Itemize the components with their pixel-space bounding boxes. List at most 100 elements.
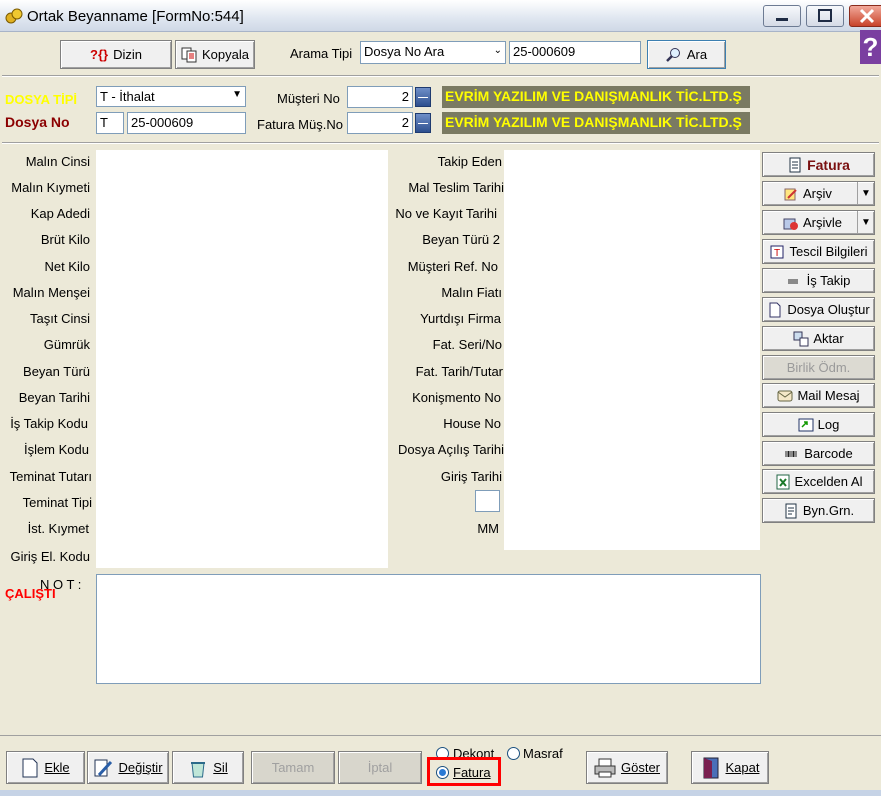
left-label: Beyan Tarihi [18, 390, 90, 405]
document-view-icon [785, 503, 797, 518]
mail-mesaj-button[interactable]: Mail Mesaj [762, 383, 875, 408]
dosya-olustur-button[interactable]: Dosya Oluştur [762, 297, 875, 322]
ekle-button[interactable]: Ekle [6, 751, 85, 784]
ara-label: Ara [686, 47, 708, 62]
left-label: Teminat Tipi [22, 495, 92, 510]
mid-label: No ve Kayıt Tarihi [395, 206, 497, 221]
minimize-button[interactable] [763, 5, 801, 27]
arsivle-label: Arşivle [803, 215, 843, 230]
left-label: Malın Cinsi [25, 154, 90, 169]
masraf-radio[interactable] [507, 747, 520, 760]
chevron-down-icon[interactable]: ▼ [857, 182, 874, 205]
mail-mesaj-label: Mail Mesaj [797, 388, 860, 403]
checkbox-field[interactable] [475, 490, 500, 512]
status-strip [0, 790, 881, 796]
arsiv-button[interactable]: Arşiv ▼ [762, 181, 875, 206]
birlik-odm-button[interactable]: Birlik Ödm. [762, 355, 875, 380]
dosya-tipi-select[interactable]: T - İthalat ▼ [96, 86, 246, 107]
byn-grn-button[interactable]: Byn.Grn. [762, 498, 875, 523]
mid-label: Giriş Tarihi [440, 469, 502, 484]
left-detail-panel [96, 150, 388, 568]
help-icon[interactable]: ? [860, 30, 881, 64]
chevron-down-icon: ⌄ [493, 45, 502, 56]
close-button[interactable] [849, 5, 881, 27]
divider [2, 142, 879, 144]
new-file-icon [769, 302, 781, 317]
dosya-tipi-value: T - İthalat [100, 89, 155, 104]
new-document-icon [22, 758, 38, 777]
mid-label: Fat. Tarih/Tutar [415, 364, 503, 379]
close-icon [859, 8, 875, 24]
fatura-mus-name: EVRİM YAZILIM VE DANIŞMANLIK TİC.LTD.Ş [442, 112, 750, 134]
log-icon [798, 418, 814, 431]
fatura-musno-input[interactable]: 2 [347, 112, 413, 134]
dosya-no-prefix-input[interactable]: T [96, 112, 124, 134]
dizin-button[interactable]: ?{} Dizin [60, 40, 172, 69]
maximize-button[interactable] [806, 5, 844, 27]
tamam-label: Tamam [271, 760, 315, 775]
is-takip-button[interactable]: İş Takip [762, 268, 875, 293]
aktar-label: Aktar [813, 331, 844, 346]
tescil-label: Tescil Bilgileri [789, 244, 868, 259]
goster-button[interactable]: Göster [586, 751, 668, 784]
barcode-icon [785, 450, 797, 457]
maximize-icon [818, 9, 832, 22]
note-textarea[interactable] [96, 574, 761, 684]
fatura-radio[interactable] [436, 766, 449, 779]
dosya-tipi-label: DOSYA TİPİ [5, 92, 78, 107]
dosya-no-input[interactable]: 25-000609 [127, 112, 246, 134]
goster-label: Göster [620, 760, 660, 775]
birlik-odm-label: Birlik Ödm. [786, 360, 851, 375]
arama-tipi-select[interactable]: Dosya No Ara ⌄ [360, 41, 506, 64]
barcode-label: Barcode [804, 446, 853, 461]
musteri-no-value: 2 [401, 89, 409, 104]
right-detail-panel [504, 150, 760, 550]
musteri-lookup-icon[interactable] [415, 87, 431, 107]
kapat-button[interactable]: Kapat [691, 751, 769, 784]
tescil-bilgileri-button[interactable]: T Tescil Bilgileri [762, 239, 875, 264]
arsivle-button[interactable]: Arşivle ▼ [762, 210, 875, 235]
exit-door-icon [703, 757, 718, 778]
mid-label: Malın Fiatı [441, 285, 502, 300]
chevron-down-icon[interactable]: ▼ [857, 211, 874, 234]
recycle-bin-icon [191, 761, 206, 777]
log-button[interactable]: Log [762, 412, 875, 437]
barcode-button[interactable]: Barcode [762, 441, 875, 466]
log-label: Log [817, 417, 840, 432]
edit-icon [94, 759, 113, 776]
iptal-button[interactable]: İptal [338, 751, 422, 784]
chevron-down-icon: ▼ [232, 89, 242, 100]
invoice-icon [789, 157, 801, 172]
arama-tipi-label: Arama Tipi [290, 46, 353, 61]
left-label: İş Takip Kodu [10, 416, 88, 431]
degistir-button[interactable]: Değiştir [87, 751, 169, 784]
ara-button[interactable]: Ara [647, 40, 726, 69]
aktar-button[interactable]: Aktar [762, 326, 875, 351]
musteri-no-label: Müşteri No [277, 91, 340, 106]
left-label: Taşıt Cinsi [30, 311, 90, 326]
minimize-icon [776, 18, 788, 21]
search-icon [665, 47, 680, 62]
left-label: Brüt Kilo [40, 232, 90, 247]
ekle-label: Ekle [44, 760, 70, 775]
is-takip-label: İş Takip [806, 273, 851, 288]
left-label: Net Kilo [44, 259, 90, 274]
arama-tipi-value: Dosya No Ara [364, 44, 445, 59]
title-bar: Ortak Beyanname [FormNo:544] [0, 0, 881, 32]
left-label: Malın Kıymeti [11, 180, 90, 195]
dosya-olustur-label: Dosya Oluştur [787, 302, 870, 317]
directory-icon: ?{} [90, 47, 109, 62]
left-label: İst. Kıymet [27, 521, 89, 536]
sil-button[interactable]: Sil [172, 751, 244, 784]
kopyala-button[interactable]: Kopyala [175, 40, 255, 69]
musteri-no-input[interactable]: 2 [347, 86, 413, 108]
printer-icon [594, 758, 616, 777]
fatura-side-button[interactable]: Fatura [762, 152, 875, 177]
mid-label: Müşteri Ref. No [407, 259, 498, 274]
copy-icon [181, 47, 197, 62]
search-input[interactable]: 25-000609 [509, 41, 641, 64]
fatura-lookup-icon[interactable] [415, 113, 431, 133]
tamam-button[interactable]: Tamam [251, 751, 335, 784]
left-label: Beyan Türü [23, 364, 90, 379]
excelden-al-button[interactable]: Excelden Al [762, 469, 875, 494]
